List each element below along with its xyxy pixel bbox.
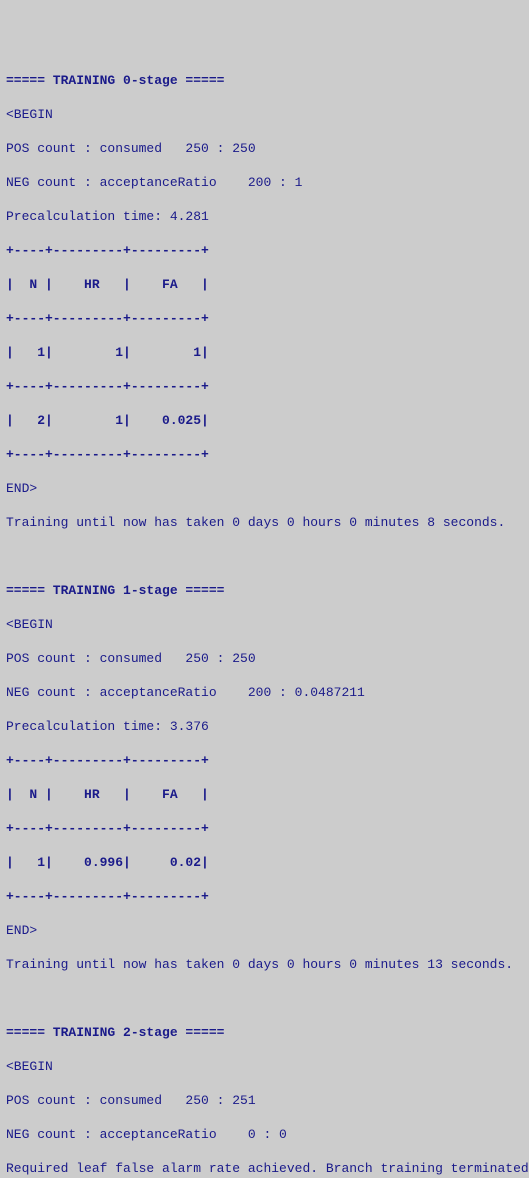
pos-count-line: POS count : consumed 250 : 250 <box>6 140 523 157</box>
elapsed-line: Training until now has taken 0 days 0 ho… <box>6 514 523 531</box>
final-message: Required leaf false alarm rate achieved.… <box>6 1160 523 1177</box>
pos-count-line: POS count : consumed 250 : 251 <box>6 1092 523 1109</box>
table-separator: +----+---------+---------+ <box>6 446 523 463</box>
table-separator: +----+---------+---------+ <box>6 752 523 769</box>
table-separator: +----+---------+---------+ <box>6 242 523 259</box>
table-header: | N | HR | FA | <box>6 786 523 803</box>
end-tag: END> <box>6 922 523 939</box>
precalc-line: Precalculation time: 3.376 <box>6 718 523 735</box>
neg-count-line: NEG count : acceptanceRatio 0 : 0 <box>6 1126 523 1143</box>
begin-tag: <BEGIN <box>6 616 523 633</box>
neg-count-line: NEG count : acceptanceRatio 200 : 1 <box>6 174 523 191</box>
stage-header: ===== TRAINING 0-stage ===== <box>6 72 523 89</box>
end-tag: END> <box>6 480 523 497</box>
table-row: | 2| 1| 0.025| <box>6 412 523 429</box>
table-separator: +----+---------+---------+ <box>6 310 523 327</box>
pos-count-line: POS count : consumed 250 : 250 <box>6 650 523 667</box>
stage-header: ===== TRAINING 2-stage ===== <box>6 1024 523 1041</box>
blank-line <box>6 990 523 1007</box>
table-row: | 1| 1| 1| <box>6 344 523 361</box>
stage-header: ===== TRAINING 1-stage ===== <box>6 582 523 599</box>
neg-count-line: NEG count : acceptanceRatio 200 : 0.0487… <box>6 684 523 701</box>
elapsed-line: Training until now has taken 0 days 0 ho… <box>6 956 523 973</box>
table-separator: +----+---------+---------+ <box>6 888 523 905</box>
table-separator: +----+---------+---------+ <box>6 378 523 395</box>
begin-tag: <BEGIN <box>6 106 523 123</box>
table-separator: +----+---------+---------+ <box>6 820 523 837</box>
precalc-line: Precalculation time: 4.281 <box>6 208 523 225</box>
table-row: | 1| 0.996| 0.02| <box>6 854 523 871</box>
table-header: | N | HR | FA | <box>6 276 523 293</box>
blank-line <box>6 548 523 565</box>
begin-tag: <BEGIN <box>6 1058 523 1075</box>
